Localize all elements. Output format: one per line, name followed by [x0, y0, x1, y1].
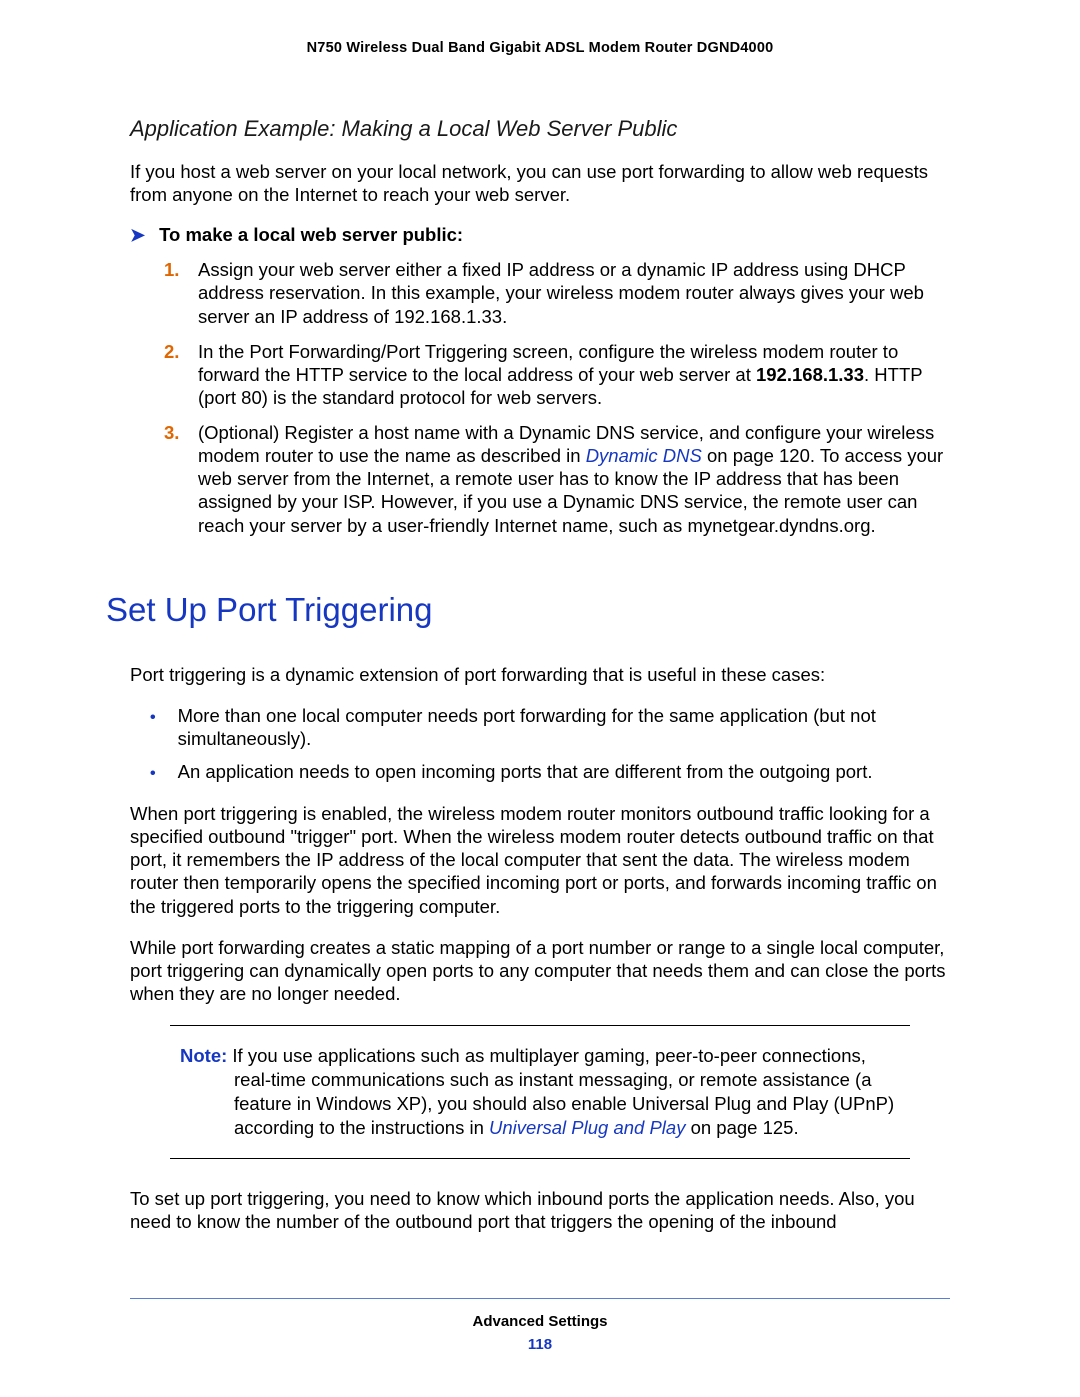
body-paragraph: To set up port triggering, you need to k… — [130, 1187, 950, 1233]
bullet-text: An application needs to open incoming po… — [178, 760, 873, 783]
body-paragraph: While port forwarding creates a static m… — [130, 936, 950, 1005]
bullet-list: • More than one local computer needs por… — [130, 704, 950, 784]
intro-paragraph: If you host a web server on your local n… — [130, 160, 950, 206]
note-callout: Note: If you use applications such as mu… — [170, 1025, 910, 1159]
dynamic-dns-link[interactable]: Dynamic DNS — [586, 445, 702, 466]
procedure-heading-text: To make a local web server public: — [159, 224, 463, 246]
bullet-icon: • — [150, 708, 156, 728]
bullet-icon: • — [150, 764, 156, 784]
procedure-heading: ➤ To make a local web server public: — [130, 224, 950, 246]
bullet-text: More than one local computer needs port … — [178, 704, 950, 750]
footer-section-title: Advanced Settings — [130, 1313, 950, 1330]
step-number: 2. — [164, 340, 184, 363]
list-item: 1. Assign your web server either a fixed… — [164, 258, 950, 327]
intro-paragraph-2: Port triggering is a dynamic extension o… — [130, 663, 950, 686]
page-number: 118 — [130, 1336, 950, 1353]
ip-address: 192.168.1.33 — [756, 364, 864, 385]
list-item: • More than one local computer needs por… — [150, 704, 950, 750]
page-footer: Advanced Settings 118 — [130, 1298, 950, 1353]
list-item: • An application needs to open incoming … — [150, 760, 950, 784]
procedure-steps: 1. Assign your web server either a fixed… — [130, 258, 950, 536]
procedure-arrow-icon: ➤ — [130, 226, 145, 244]
upnp-link[interactable]: Universal Plug and Play — [489, 1117, 685, 1138]
subsection-heading: Application Example: Making a Local Web … — [130, 116, 950, 142]
note-text: on page 125. — [685, 1117, 798, 1138]
note-label: Note: — [180, 1045, 227, 1066]
step-body: (Optional) Register a host name with a D… — [198, 421, 950, 537]
body-paragraph: When port triggering is enabled, the wir… — [130, 802, 950, 918]
step-body: In the Port Forwarding/Port Triggering s… — [198, 340, 950, 409]
list-item: 3. (Optional) Register a host name with … — [164, 421, 950, 537]
step-number: 3. — [164, 421, 184, 444]
list-item: 2. In the Port Forwarding/Port Triggerin… — [164, 340, 950, 409]
step-body: Assign your web server either a fixed IP… — [198, 258, 950, 327]
document-header: N750 Wireless Dual Band Gigabit ADSL Mod… — [130, 40, 950, 56]
step-number: 1. — [164, 258, 184, 281]
section-heading: Set Up Port Triggering — [106, 591, 950, 629]
